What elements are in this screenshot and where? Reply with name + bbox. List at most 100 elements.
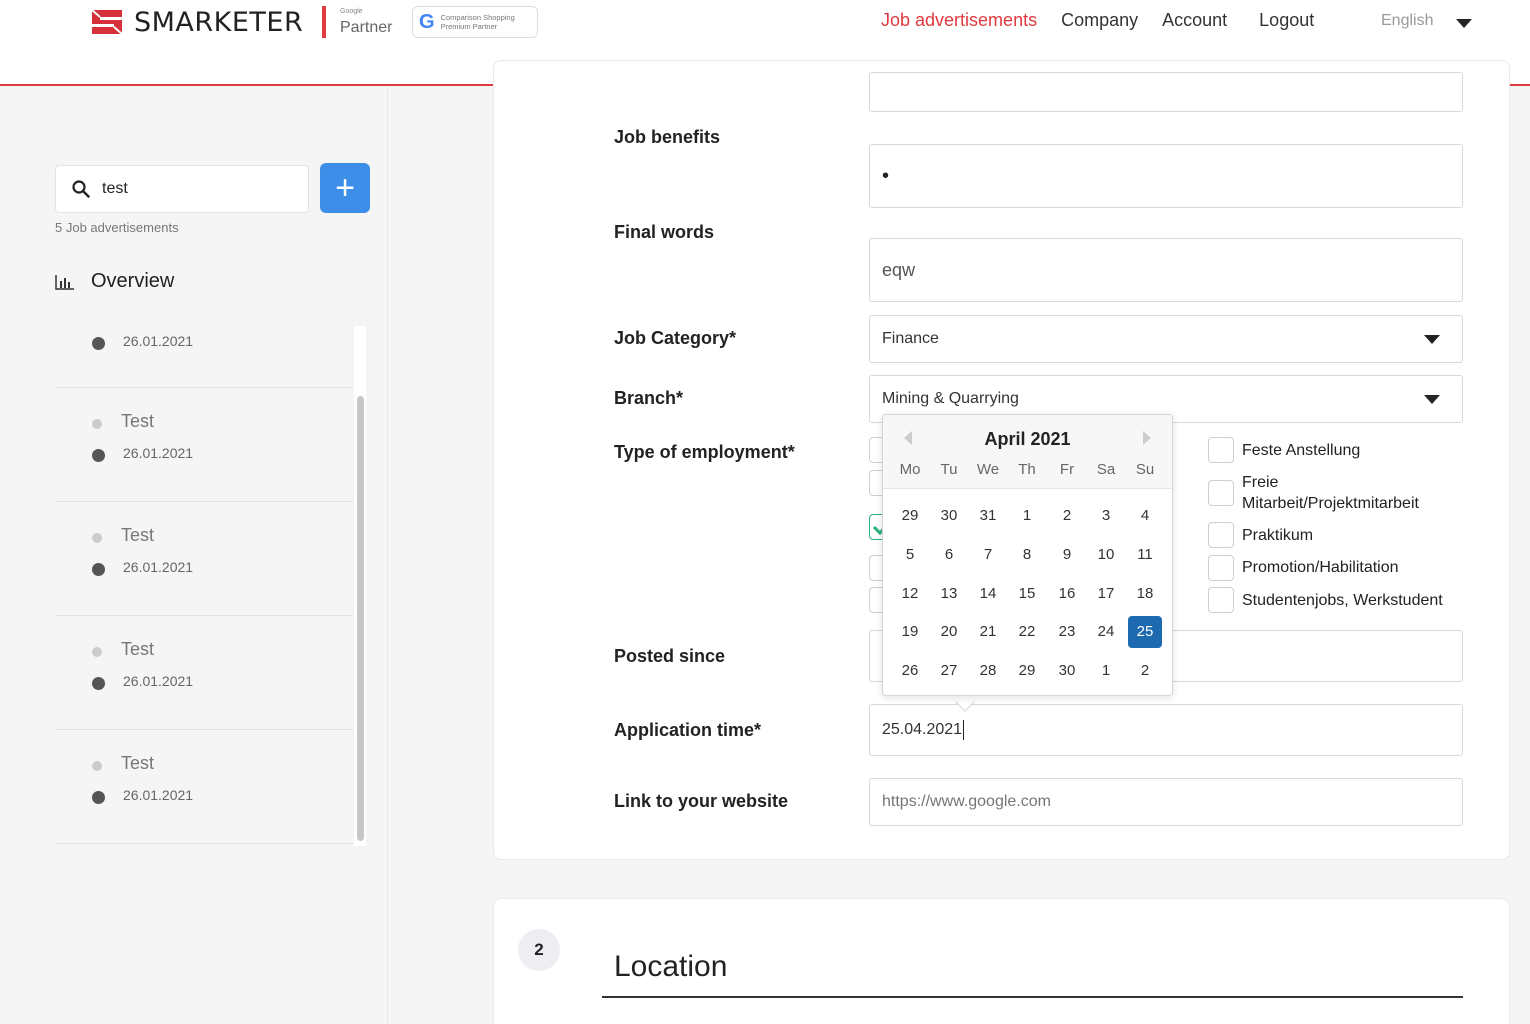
calendar-day[interactable]: 5 xyxy=(893,539,927,571)
calendar-day[interactable]: 25 xyxy=(1128,616,1162,648)
checkbox-praktikum[interactable] xyxy=(1208,522,1234,548)
calendar-day[interactable]: 12 xyxy=(893,578,927,610)
search-box[interactable] xyxy=(55,165,309,213)
chevron-right-icon[interactable] xyxy=(1143,431,1151,445)
google-partner-small: Google xyxy=(340,8,363,15)
status-dot-icon xyxy=(92,761,102,771)
smarketer-logo-icon xyxy=(91,9,123,35)
nav-job-advertisements[interactable]: Job advertisements xyxy=(881,10,1037,31)
calendar-day[interactable]: 2 xyxy=(1050,500,1084,532)
bar-chart-icon xyxy=(55,274,74,290)
calendar-day[interactable]: 1 xyxy=(1010,500,1044,532)
list-item[interactable]: Test 26.01.2021 xyxy=(55,730,353,844)
checkbox-freie-mitarbeit[interactable] xyxy=(1208,480,1234,506)
calendar-day[interactable]: 23 xyxy=(1050,616,1084,648)
calendar-day[interactable]: 3 xyxy=(1089,500,1123,532)
calendar-day[interactable]: 13 xyxy=(932,578,966,610)
overview-link[interactable]: Overview xyxy=(55,270,174,293)
chevron-down-icon[interactable] xyxy=(1456,19,1472,28)
calendar-day[interactable]: 27 xyxy=(932,655,966,687)
smarketer-logo[interactable]: SMARKETER xyxy=(88,6,303,38)
job-date: 26.01.2021 xyxy=(123,333,194,349)
calendar-day[interactable]: 16 xyxy=(1050,578,1084,610)
calendar-day[interactable]: 9 xyxy=(1050,539,1084,571)
chevron-down-icon xyxy=(1424,395,1440,404)
posted-since-label: Posted since xyxy=(614,646,726,666)
google-partner-badge: Google Partner xyxy=(322,6,392,38)
calendar-day[interactable]: 30 xyxy=(1050,655,1084,687)
application-time-label: Application time* xyxy=(614,720,762,740)
css-partner-line2: Premium Partner xyxy=(440,22,498,31)
application-time-field[interactable]: 25.04.2021 xyxy=(869,704,1463,756)
job-title: Test xyxy=(121,639,155,659)
calendar-day[interactable]: 30 xyxy=(932,500,966,532)
branch-label: Branch* xyxy=(614,388,684,408)
employment-option-label: Promotion/Habilitation xyxy=(1242,559,1399,576)
calendar-day[interactable]: 17 xyxy=(1089,578,1123,610)
list-item[interactable]: Test 26.01.2021 xyxy=(55,502,353,616)
calendar-day[interactable]: 6 xyxy=(932,539,966,571)
list-item[interactable]: Test 26.01.2021 xyxy=(55,616,353,730)
weekday-label: Tu xyxy=(940,461,958,478)
calendar-day[interactable]: 15 xyxy=(1010,578,1044,610)
calendar-day[interactable]: 18 xyxy=(1128,578,1162,610)
final-words-label: Final words xyxy=(614,222,715,242)
calendar-day[interactable]: 11 xyxy=(1128,539,1162,571)
calendar-day[interactable]: 29 xyxy=(893,500,927,532)
scrollbar-thumb[interactable] xyxy=(357,396,364,841)
nav-company[interactable]: Company xyxy=(1061,10,1138,31)
search-input[interactable] xyxy=(102,180,282,198)
job-category-select[interactable]: Finance xyxy=(869,315,1463,363)
calendar-day[interactable]: 1 xyxy=(1089,655,1123,687)
main-nav: Job advertisements Company Account Logou… xyxy=(881,10,1338,31)
overview-label: Overview xyxy=(91,270,175,292)
checkbox-feste-anstellung[interactable] xyxy=(1208,437,1234,463)
calendar-day[interactable]: 14 xyxy=(971,578,1005,610)
previous-field[interactable] xyxy=(869,72,1463,112)
list-item[interactable]: 26.01.2021 xyxy=(55,326,353,388)
employment-option-label: Feste Anstellung xyxy=(1242,442,1361,459)
css-partner-line1: Comparison Shopping xyxy=(440,13,515,22)
calendar-day[interactable]: 24 xyxy=(1089,616,1123,648)
calendar-day[interactable]: 8 xyxy=(1010,539,1044,571)
website-input[interactable] xyxy=(882,793,1442,811)
final-words-field[interactable]: eqw xyxy=(869,238,1463,302)
calendar-day[interactable]: 29 xyxy=(1010,655,1044,687)
calendar-day[interactable]: 2 xyxy=(1128,655,1162,687)
weekday-label: We xyxy=(976,461,1000,478)
type-of-employment-label: Type of employment* xyxy=(614,442,795,462)
employment-option-label: Studentenjobs, Werkstudent xyxy=(1242,592,1443,609)
calendar-day[interactable]: 22 xyxy=(1010,616,1044,648)
checkbox-studentenjobs[interactable] xyxy=(1208,587,1234,613)
calendar-day[interactable]: 4 xyxy=(1128,500,1162,532)
google-g-icon: G xyxy=(419,10,435,33)
checkbox-promotion[interactable] xyxy=(1208,555,1234,581)
status-dot-icon xyxy=(92,647,102,657)
clock-icon xyxy=(92,791,105,804)
plus-icon: + xyxy=(335,168,355,207)
website-field[interactable] xyxy=(869,778,1463,826)
datepicker-header: April 2021 Mo Tu We Th Fr Sa Su xyxy=(883,415,1172,489)
nav-logout[interactable]: Logout xyxy=(1259,10,1314,31)
calendar-day[interactable]: 10 xyxy=(1089,539,1123,571)
sidebar: + 5 Job advertisements Overview 26.01.20… xyxy=(0,88,388,1024)
calendar-day[interactable]: 20 xyxy=(932,616,966,648)
calendar-day[interactable]: 26 xyxy=(893,655,927,687)
status-dot-icon xyxy=(92,419,102,429)
calendar-day[interactable]: 28 xyxy=(971,655,1005,687)
clock-icon xyxy=(92,337,105,350)
calendar-day[interactable]: 19 xyxy=(893,616,927,648)
calendar-day[interactable]: 31 xyxy=(971,500,1005,532)
section-divider xyxy=(602,996,1463,998)
add-job-button[interactable]: + xyxy=(320,163,370,213)
datepicker: April 2021 Mo Tu We Th Fr Sa Su 29 30 31 1 2… xyxy=(882,414,1173,696)
weekday-label: Fr xyxy=(1059,461,1075,478)
calendar-day[interactable]: 21 xyxy=(971,616,1005,648)
job-title: Test xyxy=(121,411,155,431)
job-benefits-field[interactable]: • xyxy=(869,144,1463,208)
list-item[interactable]: Test 26.01.2021 xyxy=(55,388,353,502)
nav-account[interactable]: Account xyxy=(1162,10,1227,31)
language-select[interactable]: English xyxy=(1381,12,1433,30)
weekday-label: Su xyxy=(1135,461,1155,478)
calendar-day[interactable]: 7 xyxy=(971,539,1005,571)
